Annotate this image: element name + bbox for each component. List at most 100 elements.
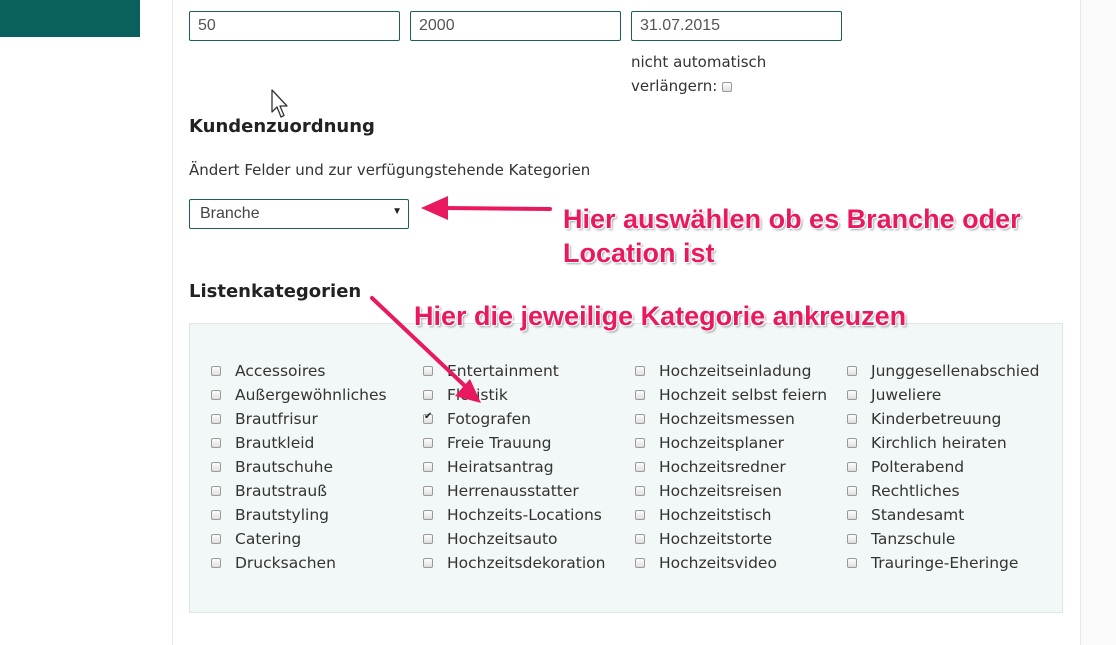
select-annotation-line1: Hier auswählen ob es Branche oder [563,204,1021,234]
category-checkbox[interactable] [635,414,645,424]
category-checkbox[interactable] [847,390,857,400]
category-option[interactable]: Catering [211,527,301,551]
category-option[interactable]: Floristik [423,383,508,407]
assignment-heading: Kundenzuordnung [189,116,375,137]
category-option[interactable]: Brautstyling [211,503,329,527]
category-option[interactable]: Brautschuhe [211,455,333,479]
select-arrow-head-icon [421,196,448,220]
category-option[interactable]: Accessoires [211,359,326,383]
select-annotation-line2: Location ist [563,238,715,268]
category-label: Tanzschule [871,530,956,548]
category-checkbox[interactable] [211,414,221,424]
customer-type-select[interactable]: Branche ▼ [189,199,409,229]
category-checkbox[interactable] [211,510,221,520]
category-checkbox[interactable] [211,462,221,472]
category-checkbox[interactable] [211,390,221,400]
category-option[interactable]: Entertainment [423,359,559,383]
category-label: Fotografen [447,410,531,428]
category-checkbox[interactable] [423,510,433,520]
category-option[interactable]: Heiratsantrag [423,455,554,479]
category-option[interactable]: Tanzschule [847,527,955,551]
category-checkbox[interactable] [847,486,857,496]
category-option[interactable]: Junggesellenabschied [847,359,1039,383]
category-label: Floristik [447,386,508,404]
category-checkbox[interactable] [847,438,857,448]
category-checkbox[interactable] [423,558,433,568]
category-option[interactable]: Brautkleid [211,431,314,455]
auto-renew-label-line1: nicht automatisch [631,53,767,71]
category-label: Brautkleid [235,434,315,452]
category-option[interactable]: Hochzeitsplaner [635,431,784,455]
category-label: Heiratsantrag [447,458,554,476]
category-checkbox[interactable] [635,366,645,376]
category-checkbox[interactable] [847,366,857,376]
category-option[interactable]: Kinderbetreuung [847,407,1001,431]
category-checkbox[interactable] [635,558,645,568]
category-checkbox[interactable] [211,534,221,544]
category-checkbox[interactable] [211,366,221,376]
category-checkbox[interactable] [635,486,645,496]
category-option[interactable]: Brautstrauß [211,479,327,503]
category-checkbox[interactable] [635,510,645,520]
category-checkbox[interactable] [211,486,221,496]
select-annotation: Hier auswählen ob es Branche oder Locati… [563,202,1021,270]
quantity-input[interactable] [189,11,400,41]
category-option[interactable]: Hochzeitsreisen [635,479,782,503]
category-checkbox[interactable] [635,534,645,544]
category-checkbox[interactable] [847,414,857,424]
category-option[interactable]: Hochzeitsredner [635,455,786,479]
category-option[interactable]: Brautfrisur [211,407,318,431]
category-checkbox[interactable] [635,438,645,448]
category-checkbox[interactable] [847,462,857,472]
category-checkbox[interactable] [847,534,857,544]
category-option[interactable]: Juweliere [847,383,941,407]
category-option[interactable]: Kirchlich heiraten [847,431,1007,455]
category-label: Trauringe-Eheringe [871,554,1019,572]
category-label: Hochzeitsauto [447,530,558,548]
category-option[interactable]: Hochzeitseinladung [635,359,811,383]
category-checkbox[interactable] [423,486,433,496]
category-option[interactable]: Hochzeitsdekoration [423,551,605,575]
select-value: Branche [200,205,260,222]
category-label: Rechtliches [871,482,960,500]
category-checkbox[interactable] [423,411,433,424]
category-option[interactable]: Hochzeitsauto [423,527,558,551]
category-option[interactable]: Standesamt [847,503,964,527]
category-checkbox[interactable] [635,390,645,400]
category-label: Accessoires [235,362,326,380]
category-label: Brautfrisur [235,410,318,428]
category-checkbox[interactable] [423,462,433,472]
date-input[interactable] [631,11,842,41]
category-option[interactable]: Herrenausstatter [423,479,579,503]
amount-input[interactable] [410,11,621,41]
category-option[interactable]: Trauringe-Eheringe [847,551,1018,575]
category-label: Außergewöhnliches [235,386,387,404]
category-checkbox[interactable] [847,558,857,568]
category-label: Juweliere [871,386,942,404]
category-checkbox[interactable] [847,510,857,520]
category-option[interactable]: Hochzeits-Locations [423,503,602,527]
category-option[interactable]: Hochzeitstisch [635,503,771,527]
auto-renew-checkbox[interactable] [722,81,733,92]
category-checkbox[interactable] [211,438,221,448]
category-option[interactable]: Rechtliches [847,479,960,503]
category-option[interactable]: Fotografen [423,407,531,431]
category-option[interactable]: Außergewöhnliches [211,383,387,407]
left-sidebar [0,0,172,645]
category-option[interactable]: Hochzeitsmessen [635,407,795,431]
category-option[interactable]: Hochzeit selbst feiern [635,383,827,407]
category-option[interactable]: Polterabend [847,455,964,479]
category-checkbox[interactable] [423,366,433,376]
category-checkbox[interactable] [423,534,433,544]
assignment-description: Ändert Felder und zur verfügungstehende … [189,161,591,179]
category-checkbox[interactable] [211,558,221,568]
category-checkbox[interactable] [635,462,645,472]
category-option[interactable]: Hochzeitstorte [635,527,772,551]
category-annotation: Hier die jeweilige Kategorie ankreuzen [414,301,907,331]
category-option[interactable]: Freie Trauung [423,431,552,455]
caret-down-icon: ▼ [392,206,402,217]
category-checkbox[interactable] [423,438,433,448]
category-option[interactable]: Drucksachen [211,551,336,575]
category-checkbox[interactable] [423,390,433,400]
category-option[interactable]: Hochzeitsvideo [635,551,777,575]
